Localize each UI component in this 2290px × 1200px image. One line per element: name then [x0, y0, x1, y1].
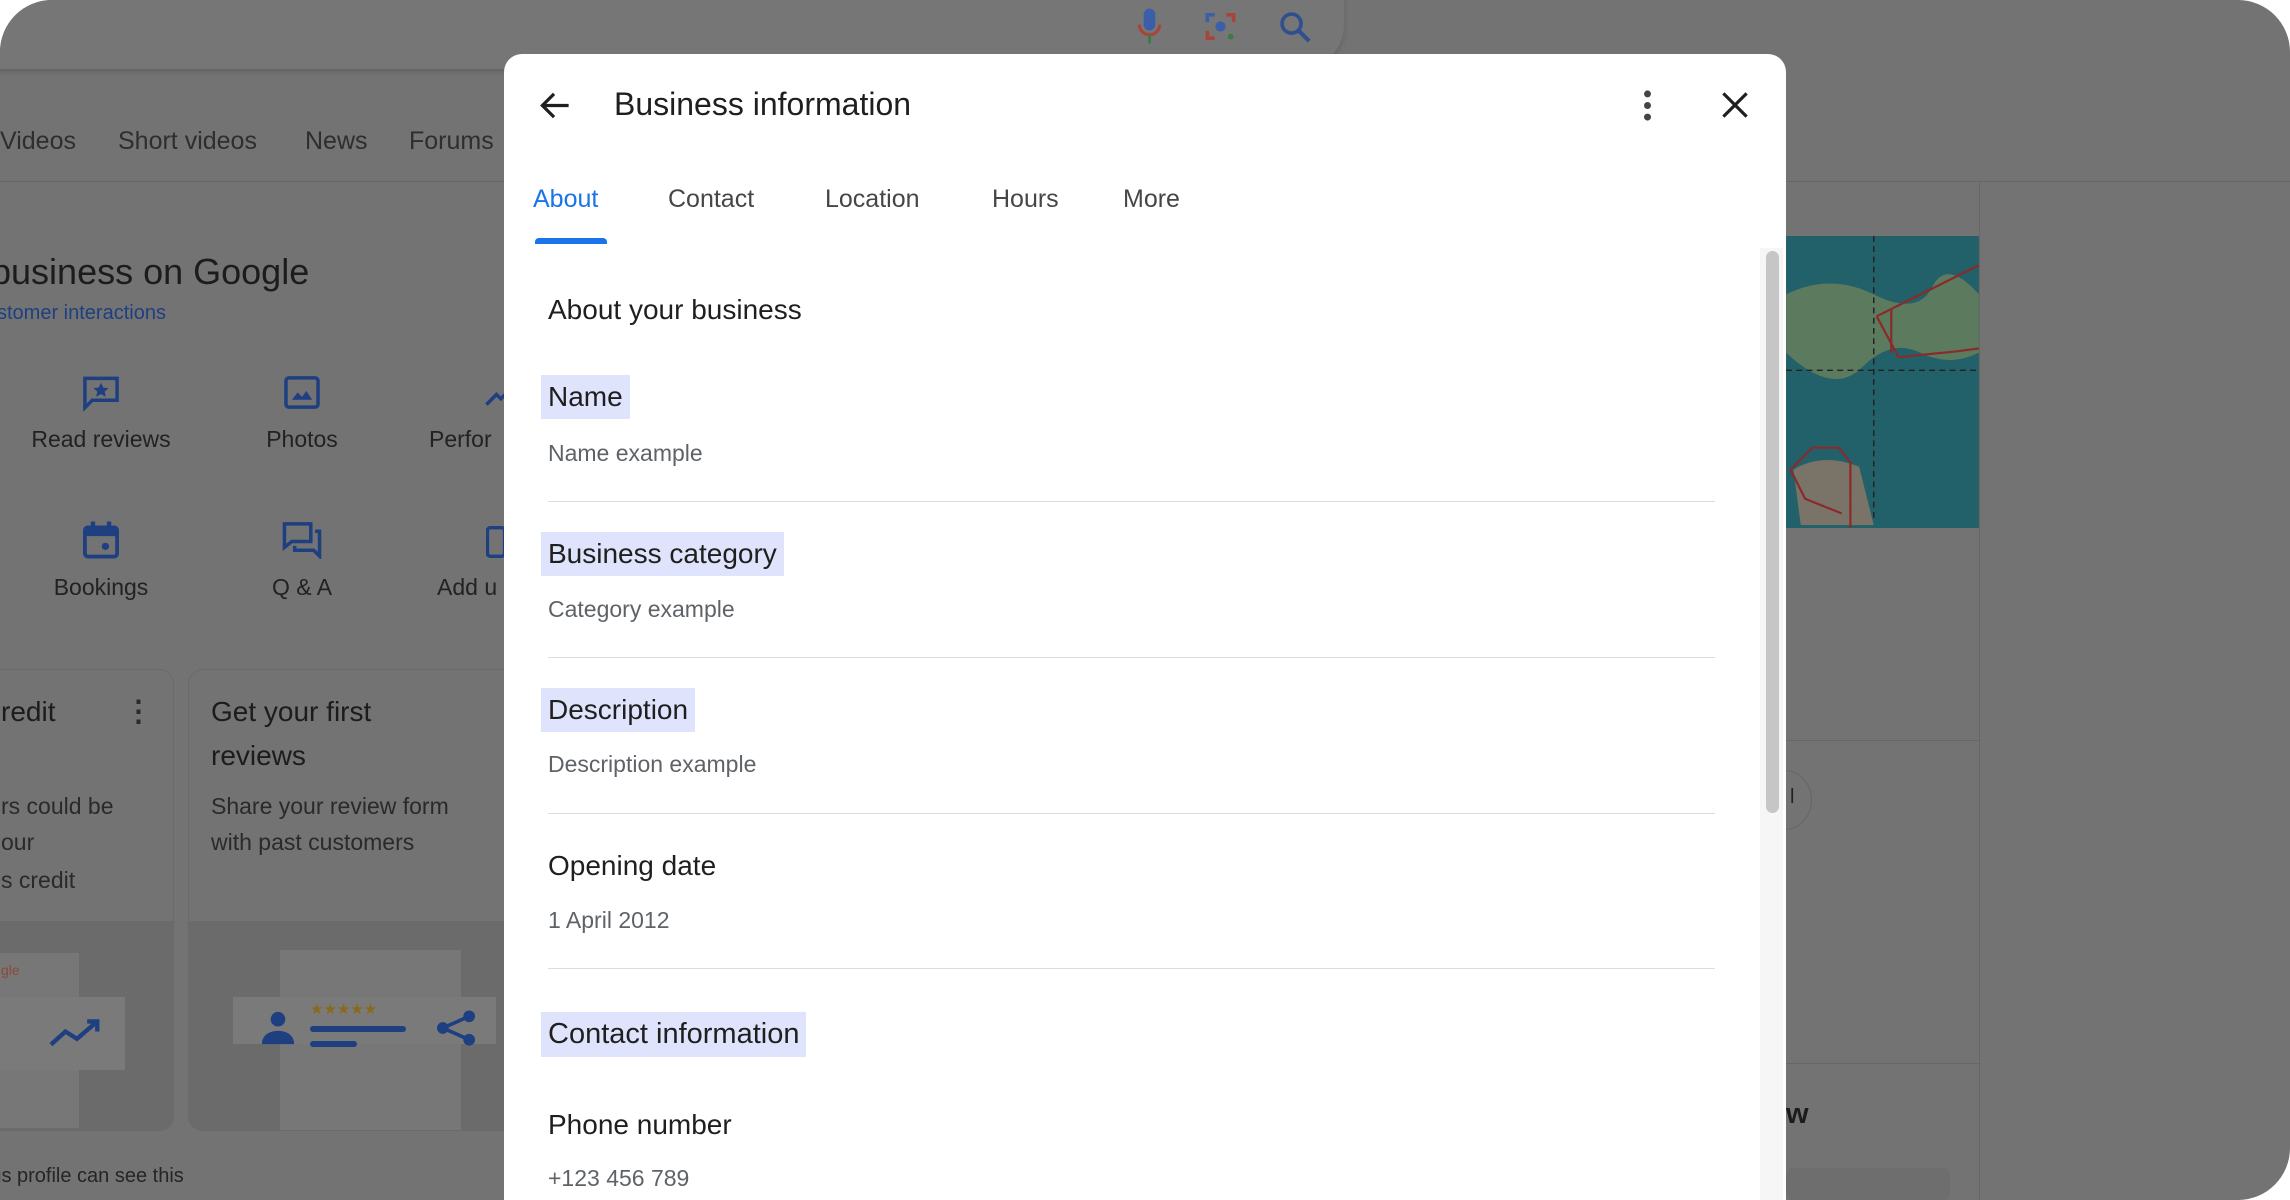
- divider: [548, 813, 1715, 814]
- card-text: Share your review form: [211, 793, 449, 819]
- action-performance[interactable]: Perfor: [429, 426, 492, 453]
- card-text: with past customers: [211, 829, 415, 855]
- scrollbar-thumb[interactable]: [1766, 251, 1779, 813]
- credit-card-title: redit: [1, 696, 56, 727]
- field-value-name[interactable]: Name example: [548, 440, 703, 467]
- field-label-name: Name: [541, 375, 630, 419]
- field-label-description: Description: [541, 688, 696, 732]
- field-value-description[interactable]: Description example: [548, 751, 756, 778]
- action-bookings[interactable]: Bookings: [54, 574, 149, 601]
- divider: [548, 657, 1715, 658]
- field-value-phone[interactable]: +123 456 789: [548, 1165, 689, 1192]
- business-heading: business on Google: [0, 251, 310, 292]
- action-add-update[interactable]: Add u: [437, 574, 497, 601]
- right-panel-button-label: l: [1790, 786, 1795, 808]
- divider: [548, 968, 1715, 969]
- customer-interactions-link[interactable]: stomer interactions: [0, 302, 166, 325]
- field-label-category: Business category: [541, 532, 784, 576]
- nav-tab-forums[interactable]: Forums: [409, 127, 494, 156]
- dialog-title: Business information: [614, 86, 912, 122]
- photo-icon: [284, 376, 320, 409]
- tab-contact[interactable]: Contact: [668, 185, 754, 214]
- more-options-icon[interactable]: [1633, 88, 1662, 123]
- more-options-icon[interactable]: ⋮: [124, 694, 153, 729]
- update-icon: [486, 526, 506, 558]
- calendar-icon: [83, 521, 119, 559]
- scrollbar-track[interactable]: [1760, 248, 1783, 1200]
- field-label-phone: Phone number: [548, 1109, 732, 1140]
- action-qa[interactable]: Q & A: [272, 574, 332, 601]
- back-arrow-icon[interactable]: [538, 88, 573, 123]
- star-rating: ★★★★★: [310, 1001, 378, 1018]
- credit-card-text: s credit: [1, 867, 76, 893]
- review-star-icon: [83, 376, 119, 412]
- person-icon: [261, 1011, 295, 1045]
- reviews-illustration: ★★★★★: [189, 921, 540, 1130]
- share-icon: [437, 1010, 475, 1046]
- right-panel-bar: [1786, 1168, 1950, 1200]
- business-information-dialog: Business information About Contact Locat…: [504, 54, 1786, 1200]
- first-reviews-card[interactable]: Get your first reviews Share your review…: [188, 669, 541, 1131]
- search-icon[interactable]: [1277, 9, 1312, 44]
- nav-tab-news[interactable]: News: [305, 127, 368, 156]
- nav-tab-short-videos[interactable]: Short videos: [118, 127, 257, 156]
- credit-illustration: gle: [0, 921, 173, 1130]
- section-title-contact: Contact information: [541, 1012, 807, 1057]
- close-icon[interactable]: [1719, 89, 1751, 121]
- section-title-about: About your business: [548, 294, 802, 325]
- credit-card-text: our: [1, 829, 35, 855]
- action-read-reviews[interactable]: Read reviews: [31, 426, 170, 453]
- credit-card-text: rs could be: [1, 793, 114, 819]
- lens-icon[interactable]: [1203, 9, 1238, 44]
- card-title: reviews: [211, 740, 306, 771]
- trend-icon: [49, 1019, 100, 1047]
- active-tab-indicator: [535, 238, 607, 244]
- map-thumbnail[interactable]: [1786, 236, 1979, 528]
- tab-hours[interactable]: Hours: [992, 185, 1059, 214]
- card-title: Get your first: [211, 696, 372, 727]
- right-panel-heading: w: [1786, 1098, 1809, 1130]
- tab-location[interactable]: Location: [825, 185, 920, 214]
- field-label-opening-date: Opening date: [548, 850, 717, 881]
- divider: [548, 501, 1715, 502]
- credit-card[interactable]: redit ⋮ rs could be our s credit gle: [0, 669, 174, 1131]
- profile-visibility-note: is profile can see this: [0, 1165, 184, 1187]
- nav-tab-videos[interactable]: Videos: [0, 127, 76, 156]
- tab-about[interactable]: About: [533, 185, 598, 214]
- action-photos[interactable]: Photos: [266, 426, 338, 453]
- mic-icon[interactable]: [1135, 7, 1164, 48]
- qa-icon: [282, 522, 322, 559]
- field-value-opening-date[interactable]: 1 April 2012: [548, 907, 669, 934]
- tab-more[interactable]: More: [1123, 185, 1180, 214]
- field-value-category[interactable]: Category example: [548, 596, 735, 623]
- google-logo-fragment: gle: [1, 962, 20, 978]
- right-panel: l w: [1757, 181, 1980, 1200]
